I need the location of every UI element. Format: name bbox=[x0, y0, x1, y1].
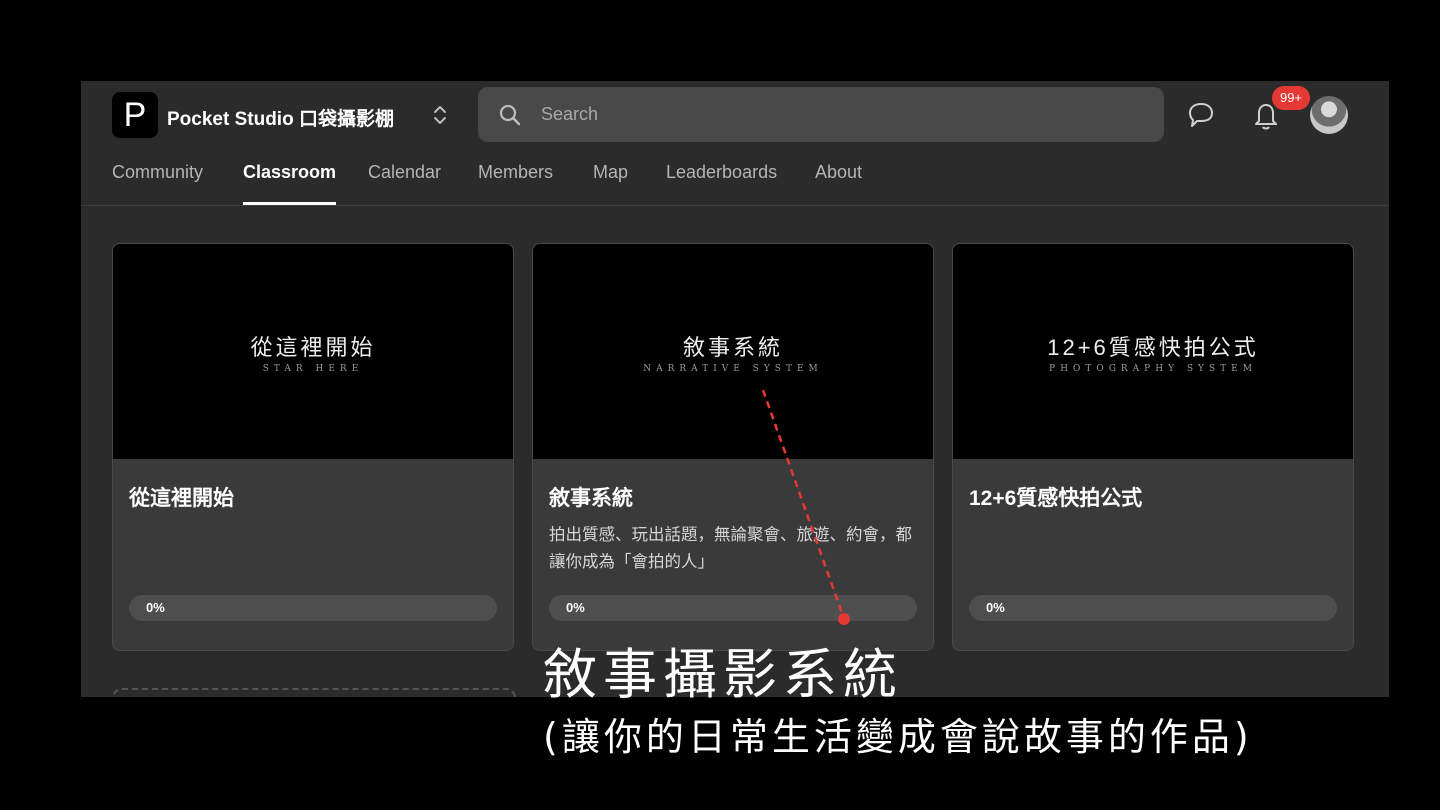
annotation-dot bbox=[838, 613, 850, 625]
annotation-dashed-line bbox=[761, 389, 845, 617]
caption-subtitle: (讓你的日常生活變成會說故事的作品) bbox=[543, 715, 1253, 759]
caption-title: 敘事攝影系統 bbox=[543, 643, 903, 706]
